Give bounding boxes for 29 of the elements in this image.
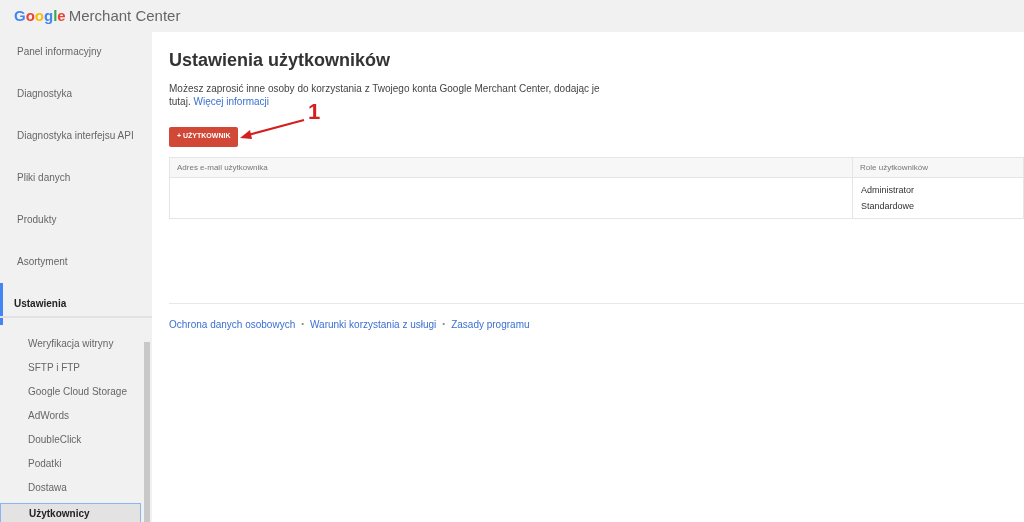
submenu-item[interactable]: Weryfikacja witryny <box>0 332 141 356</box>
sidebar-item[interactable]: Asortyment <box>0 241 152 283</box>
submenu-item[interactable]: AdWords <box>0 404 141 428</box>
submenu-item[interactable]: Google Cloud Storage <box>0 380 141 404</box>
submenu-item[interactable]: Dostawa <box>0 476 141 500</box>
submenu-item[interactable]: DoubleClick <box>0 428 141 452</box>
sidebar-item[interactable]: Pliki danych <box>0 157 152 199</box>
separator-dot: • <box>442 318 446 331</box>
sidebar-item[interactable]: Diagnostyka <box>0 73 152 115</box>
role-text: Standardowe <box>861 199 916 213</box>
submenu-item[interactable]: Użytkownicy <box>0 503 141 522</box>
column-header: Role użytkowników <box>852 157 1023 178</box>
page-title: Ustawienia użytkowników <box>169 50 392 72</box>
footer-link[interactable]: Warunki korzystania z usługi <box>310 316 437 332</box>
more-info-link[interactable]: Więcej informacji <box>193 95 270 107</box>
role-text: Administrator <box>861 183 915 197</box>
footer-link[interactable]: Zasady programu <box>451 316 530 332</box>
footer-link[interactable]: Ochrona danych osobowych <box>169 316 296 332</box>
sidebar-item[interactable]: Panel informacyjny <box>0 31 152 73</box>
submenu-item[interactable]: Podatki <box>0 452 141 476</box>
sidebar-item[interactable]: Diagnostyka interfejsu API <box>0 115 152 157</box>
product-name: Merchant Center <box>68 5 181 26</box>
separator-dot: • <box>301 318 304 331</box>
annotation-arrow <box>240 119 305 139</box>
submenu-item[interactable]: SFTP i FTP <box>0 356 141 380</box>
scrollbar[interactable] <box>144 342 150 522</box>
logo: Google <box>14 5 66 26</box>
column-header: Adres e-mail użytkownika <box>170 157 852 178</box>
sidebar-item[interactable]: Produkty <box>0 199 152 241</box>
